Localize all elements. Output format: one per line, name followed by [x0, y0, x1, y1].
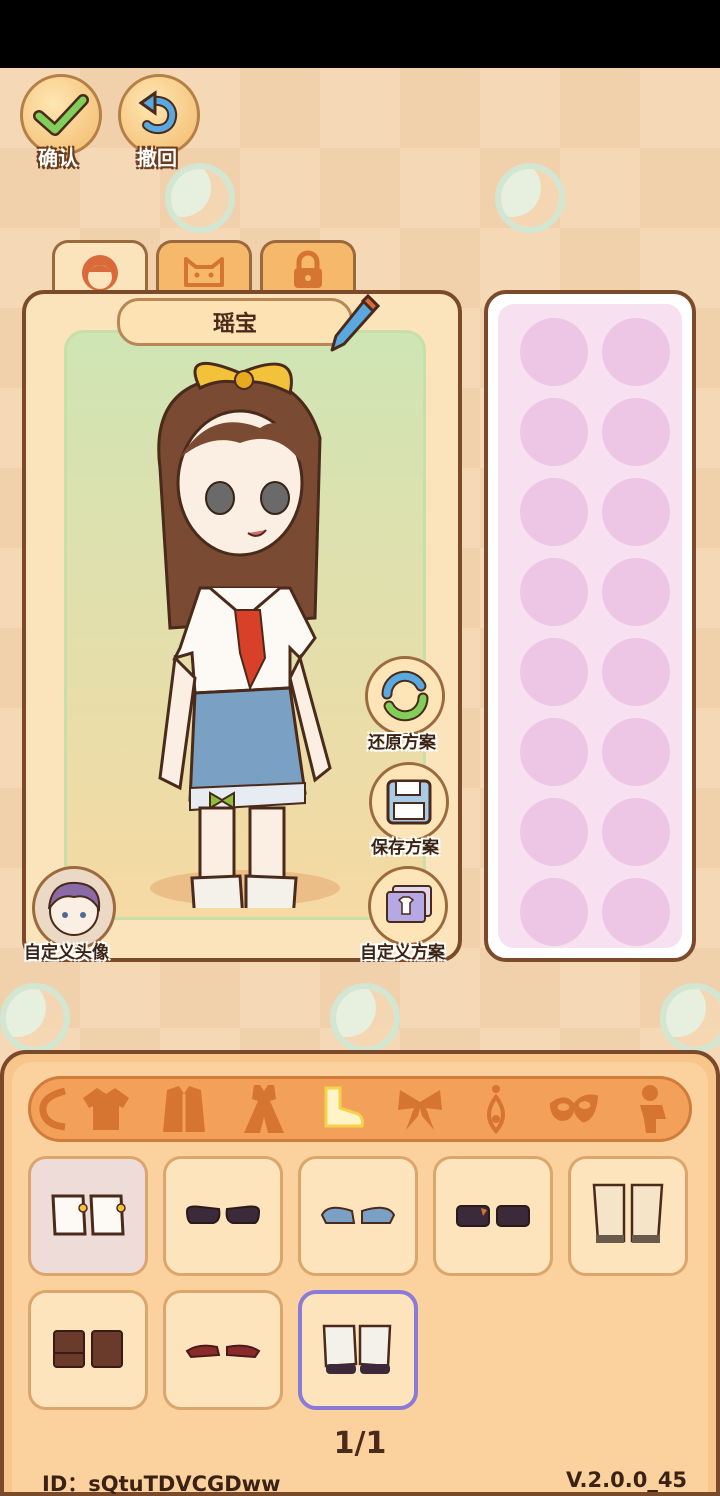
moon-decoration [165, 163, 235, 233]
accessory-slot[interactable] [602, 878, 670, 946]
restore-scheme-button[interactable] [365, 656, 445, 736]
pencil-edit-icon[interactable] [328, 290, 382, 354]
face-icon [82, 254, 118, 291]
mask-icon [549, 1094, 599, 1123]
accessory-slot[interactable] [520, 478, 588, 546]
lock-icon [294, 250, 322, 288]
item-black-shoe[interactable] [433, 1156, 553, 1276]
leg-warmer-icon [322, 1324, 392, 1374]
item-black-flat-shoe[interactable] [163, 1156, 283, 1276]
confirm-label: 确认 [38, 146, 78, 170]
blue-sandal-icon [320, 1206, 396, 1224]
undo-label: 撤回 [137, 146, 177, 170]
accessory-slot[interactable] [520, 718, 588, 786]
undo-arrow-icon [138, 90, 178, 135]
avatar-portrait [48, 881, 101, 936]
cat-icon [184, 256, 224, 287]
character-name-box[interactable]: 瑶宝 [117, 298, 353, 346]
category-dress[interactable] [236, 1084, 292, 1134]
accessory-slot[interactable] [602, 318, 670, 386]
bow-icon [398, 1090, 442, 1130]
item-beige-boot[interactable] [568, 1156, 688, 1276]
version-label: V.2.0.0_45 [566, 1468, 688, 1492]
floppy-disk-icon [386, 779, 432, 825]
accessory-slot[interactable] [520, 798, 588, 866]
category-figure[interactable] [626, 1084, 682, 1134]
custom-scheme-label: 自定义方案 [360, 943, 445, 963]
accessory-slot[interactable] [520, 558, 588, 626]
accessory-slot[interactable] [602, 478, 670, 546]
accessory-slot[interactable] [520, 638, 588, 706]
shoe-icon [324, 1086, 364, 1128]
item-red-sandal[interactable] [163, 1290, 283, 1410]
item-blue-sandal[interactable] [298, 1156, 418, 1276]
page-indicator: 1/1 [333, 1426, 387, 1461]
item-brown-boot[interactable] [28, 1290, 148, 1410]
category-mask[interactable] [546, 1084, 602, 1134]
beige-boot-icon [592, 1183, 664, 1243]
top-icon [83, 1088, 129, 1130]
black-shoe-icon [456, 1205, 530, 1227]
accessory-slot[interactable] [602, 558, 670, 626]
checkmark-icon [33, 94, 89, 136]
category-earring[interactable] [468, 1084, 524, 1135]
accessory-slot[interactable] [602, 638, 670, 706]
accessory-slot[interactable] [520, 398, 588, 466]
player-id: ID：sQtuTDVCGDww [42, 1472, 281, 1496]
character-name: 瑶宝 [212, 312, 257, 337]
category-hair[interactable] [26, 1084, 82, 1134]
red-sandal-icon [185, 1344, 261, 1359]
accessory-slot[interactable] [602, 798, 670, 866]
moon-decoration [495, 163, 565, 233]
game-screen: 确认 撤回 瑶宝 还原方案 保存方案 自定义方案 自定义头像 1/1 ID：sQ… [0, 68, 720, 1496]
character-figure [150, 361, 340, 908]
accessory-slot[interactable] [602, 718, 670, 786]
item-leg-warmer[interactable] [298, 1290, 418, 1410]
refresh-icon [381, 670, 429, 722]
category-bow[interactable] [392, 1084, 448, 1134]
tab-locked[interactable] [260, 240, 356, 296]
dress-icon [244, 1085, 284, 1133]
custom-scheme-button[interactable] [368, 866, 448, 946]
hair-icon [39, 1087, 66, 1131]
outfit-cards-icon [386, 885, 432, 923]
category-shoes[interactable] [314, 1084, 370, 1134]
category-coat[interactable] [156, 1084, 212, 1134]
save-scheme-label: 保存方案 [371, 838, 439, 858]
item-sock-boot[interactable] [28, 1156, 148, 1276]
slot-grid [498, 304, 682, 948]
accessory-slot[interactable] [602, 398, 670, 466]
accessory-slot[interactable] [520, 318, 588, 386]
figure-icon [640, 1085, 666, 1133]
moon-decoration [330, 983, 400, 1053]
sock-boot-icon [51, 1194, 126, 1236]
custom-avatar-label: 自定义头像 [24, 943, 109, 963]
category-top[interactable] [78, 1084, 134, 1134]
accessory-slot[interactable] [520, 878, 588, 946]
earring-icon [487, 1085, 505, 1135]
moon-decoration [0, 983, 70, 1053]
coat-icon [163, 1086, 205, 1132]
restore-scheme-label: 还原方案 [368, 733, 436, 753]
tab-pet[interactable] [156, 240, 252, 296]
accessory-slot-panel [484, 290, 696, 962]
save-scheme-button[interactable] [369, 762, 449, 842]
brown-boot-icon [53, 1330, 123, 1368]
black-flat-shoe-icon [185, 1205, 261, 1224]
